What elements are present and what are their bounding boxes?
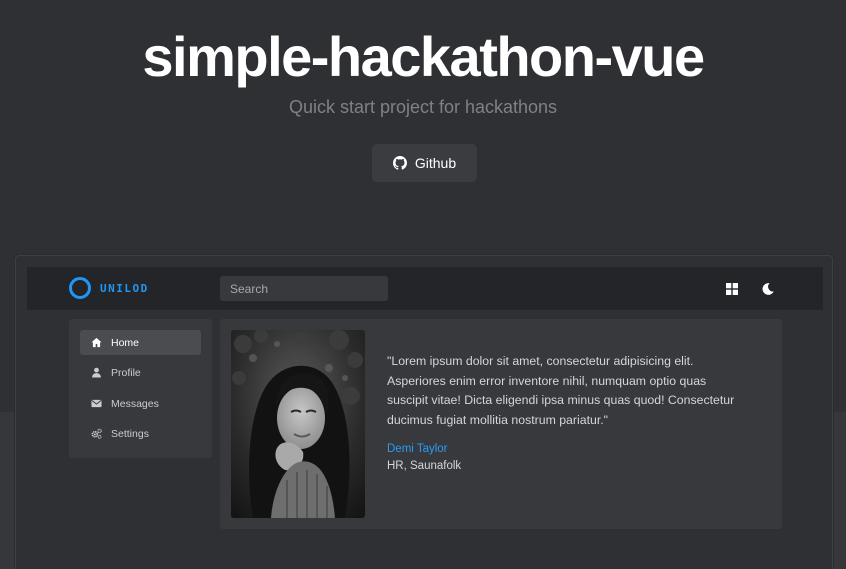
page-title: simple-hackathon-vue [142,25,705,88]
grid-icon[interactable] [725,282,739,296]
sidebar-item-label: Profile [111,366,141,379]
github-icon [392,156,407,170]
moon-icon[interactable] [761,282,775,296]
sidebar-item-home[interactable]: Home [80,330,201,355]
sidebar-item-label: Settings [111,427,149,440]
logo-text: UNILOD [100,281,149,295]
page: simple-hackathon-vue Quick start project… [0,0,846,569]
sidebar-item-label: Messages [111,397,159,410]
page-subtitle: Quick start project for hackathons [288,97,558,117]
testimonial-quote: "Lorem ipsum dolor sit amet, consectetur… [387,354,735,427]
user-icon [92,367,101,378]
cogs-icon [91,428,102,439]
author-name[interactable]: Demi Taylor [387,443,448,455]
testimonial-card: "Lorem ipsum dolor sit amet, consectetur… [220,319,782,529]
app-preview: UNILOD Home [15,255,833,569]
home-icon [91,337,102,348]
sidebar-item-label: Home [111,336,140,349]
sidebar-item-settings[interactable]: Settings [80,421,201,446]
github-button[interactable]: Github [372,144,477,182]
search-input[interactable] [220,276,388,301]
sidebar: Home Profile Messages Settings [69,319,212,458]
navbar: UNILOD [27,267,823,310]
logo[interactable]: UNILOD [69,277,149,299]
profile-photo [231,330,365,518]
logo-ring-icon [69,277,91,299]
sidebar-item-profile[interactable]: Profile [80,360,201,385]
envelope-icon [91,399,102,408]
author-role: HR, Saunafolk [387,460,462,472]
sidebar-item-messages[interactable]: Messages [80,391,201,416]
github-button-label: Github [414,155,457,171]
